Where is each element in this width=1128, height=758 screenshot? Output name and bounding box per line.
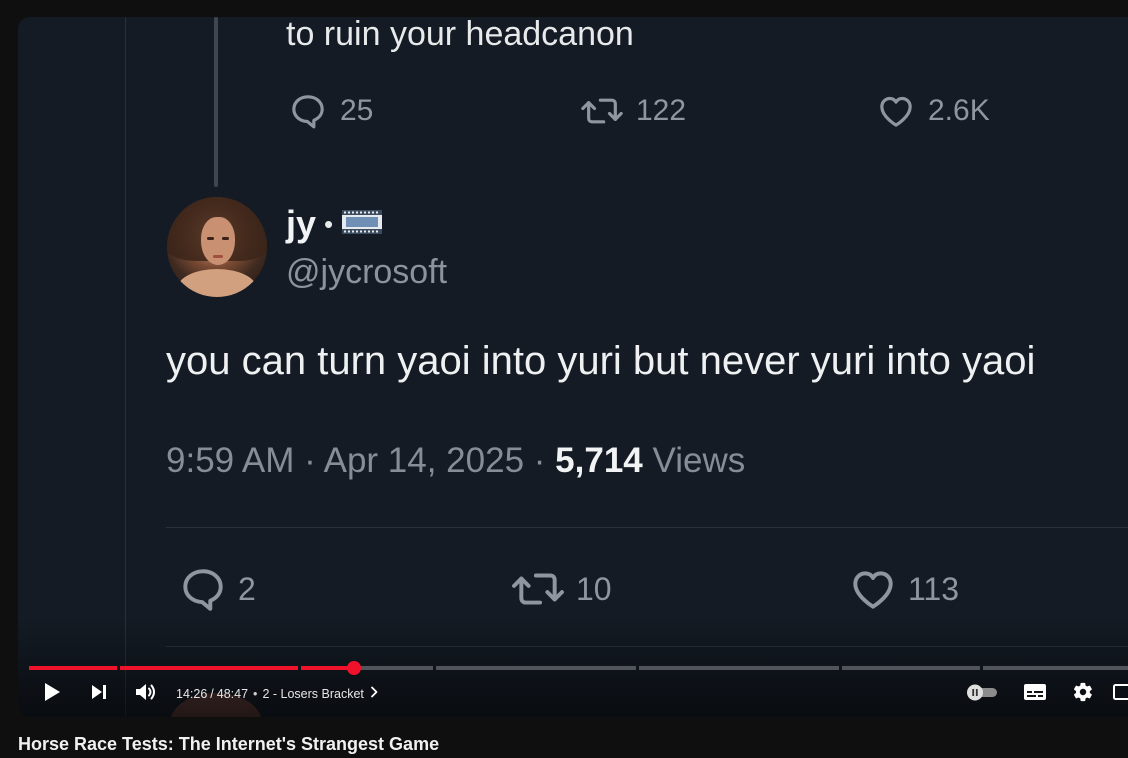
- thread-left-border: [125, 17, 126, 717]
- chapter-segment[interactable]: [983, 666, 1128, 670]
- chapter-segment[interactable]: [842, 666, 980, 670]
- next-button[interactable]: [84, 677, 114, 711]
- chevron-right-icon[interactable]: [370, 686, 378, 701]
- views-count: 5,714: [555, 441, 643, 480]
- tweet-like-stat: 113: [848, 564, 959, 614]
- previous-like-count: 2.6K: [928, 94, 990, 127]
- reply-icon: [178, 564, 228, 614]
- miniplayer-button[interactable]: [1112, 677, 1128, 711]
- chapter-segment[interactable]: [639, 666, 839, 670]
- progress-fill: [29, 666, 117, 670]
- time-display: 14:26 / 48:47 • 2 - Losers Bracket: [176, 686, 378, 701]
- film-emoji-icon: [341, 207, 383, 242]
- duration: 48:47: [216, 686, 249, 701]
- tweet-text: you can turn yaoi into yuri but never yu…: [166, 339, 1036, 383]
- chapter-segment[interactable]: [436, 666, 636, 670]
- tweet-reply-stat: 2: [178, 564, 256, 614]
- chapter-segment[interactable]: [301, 666, 433, 670]
- progress-fill: [120, 666, 298, 670]
- autoplay-toggle-icon: [965, 683, 999, 706]
- previous-tweet-like-stat: 2.6K: [876, 91, 990, 131]
- volume-button[interactable]: [130, 677, 162, 711]
- previous-retweet-count: 122: [636, 94, 687, 127]
- meta-dot: ·: [533, 441, 556, 480]
- play-button[interactable]: [36, 677, 68, 711]
- retweet-count: 10: [576, 570, 612, 607]
- retweet-icon: [510, 564, 566, 614]
- name-separator: •: [324, 208, 334, 239]
- subtitles-button[interactable]: [1018, 677, 1052, 711]
- reply-count: 2: [238, 570, 256, 607]
- volume-icon: [134, 681, 158, 708]
- subtitles-icon: [1023, 683, 1047, 706]
- tweet-time: 9:59 AM: [166, 441, 295, 480]
- time-separator: /: [210, 686, 214, 701]
- divider: [166, 527, 1128, 528]
- author-handle: @jycrosoft: [286, 253, 448, 291]
- chapter-segment[interactable]: [120, 666, 298, 670]
- tweet-date: Apr 14, 2025: [323, 441, 525, 480]
- previous-tweet-reply-stat: 25: [288, 91, 373, 131]
- author-name-row: jy •: [286, 203, 383, 245]
- thread-connector-line: [214, 17, 218, 187]
- miniplayer-icon: [1112, 682, 1128, 707]
- retweet-icon: [580, 91, 624, 131]
- chapter-separator-dot: •: [253, 686, 258, 701]
- play-icon: [42, 681, 62, 708]
- meta-dot: ·: [304, 441, 324, 480]
- next-icon: [89, 682, 109, 707]
- chapter-segment[interactable]: [29, 666, 117, 670]
- previous-tweet-retweet-stat: 122: [580, 91, 686, 131]
- chapter-title[interactable]: 2 - Losers Bracket: [262, 687, 363, 701]
- player-controls: 14:26 / 48:47 • 2 - Losers Bracket: [18, 677, 1128, 711]
- reply-icon: [288, 91, 328, 131]
- progress-fill: [301, 666, 355, 670]
- video-title[interactable]: Horse Race Tests: The Internet's Strange…: [18, 734, 439, 755]
- tweet-meta: 9:59 AM · Apr 14, 2025 · 5,714 Views: [166, 441, 745, 481]
- author-name: jy: [286, 203, 317, 244]
- tweet-retweet-stat: 10: [510, 564, 612, 614]
- like-count: 113: [908, 570, 960, 607]
- views-label: Views: [652, 441, 746, 480]
- previous-reply-count: 25: [340, 94, 374, 127]
- current-time: 14:26: [176, 686, 208, 701]
- video-player[interactable]: to ruin your headcanon 25 122 2.6K jy • …: [18, 17, 1128, 717]
- heart-icon: [876, 91, 916, 131]
- author-avatar[interactable]: [167, 197, 267, 297]
- settings-icon: [1072, 681, 1094, 708]
- autoplay-toggle[interactable]: [962, 677, 1002, 711]
- settings-button[interactable]: [1066, 677, 1100, 711]
- previous-tweet-text: to ruin your headcanon: [286, 17, 634, 53]
- heart-icon: [848, 564, 898, 614]
- progress-bar[interactable]: [29, 661, 1128, 675]
